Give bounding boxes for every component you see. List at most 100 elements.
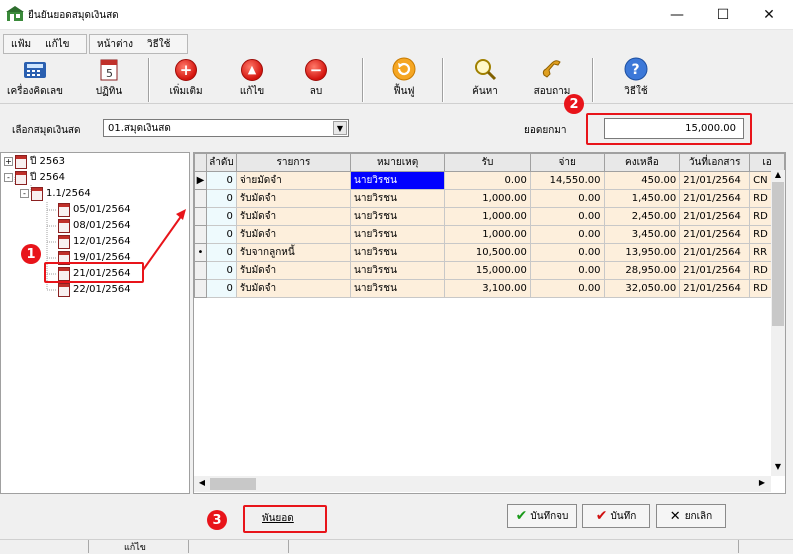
collapse-icon[interactable]: - <box>4 173 13 182</box>
cell-note[interactable]: นายวิรชน <box>349 261 446 280</box>
scroll-thumb[interactable] <box>210 478 256 490</box>
cell-balance[interactable]: 32,050.00 <box>603 279 681 298</box>
menu-window[interactable]: หน้าต่าง <box>90 37 140 52</box>
cell-pay[interactable]: 14,550.00 <box>529 171 605 190</box>
cell-balance[interactable]: 28,950.00 <box>603 261 681 280</box>
cell-seq[interactable]: 0 <box>205 225 237 244</box>
cell-receive[interactable]: 1,000.00 <box>444 225 531 244</box>
cell-seq[interactable]: 0 <box>205 243 237 262</box>
carry-forward-link[interactable]: พันยอด <box>262 511 294 526</box>
tree-node-date[interactable]: 22/01/2564 <box>58 282 131 297</box>
save-close-button[interactable]: ✔ บันทึกจบ <box>507 504 577 528</box>
cell-receive[interactable]: 15,000.00 <box>444 261 531 280</box>
cell-seq[interactable]: 0 <box>205 261 237 280</box>
cell-pay[interactable]: 0.00 <box>529 189 605 208</box>
cell-seq[interactable]: 0 <box>205 171 237 190</box>
menu-help[interactable]: วิธีใช้ <box>140 37 177 52</box>
cell-date[interactable]: 21/01/2564 <box>679 225 751 244</box>
calculator-button[interactable]: เครื่องคิดเลข <box>4 58 66 102</box>
minimize-icon[interactable]: — <box>654 0 700 30</box>
cell-note[interactable]: นายวิรชน <box>349 279 446 298</box>
cell-pay[interactable]: 0.00 <box>529 207 605 226</box>
cell-note[interactable]: นายวิรชน <box>349 225 446 244</box>
column-header[interactable]: ลำดับ <box>205 153 237 172</box>
scroll-up-icon[interactable]: ▲ <box>773 170 783 182</box>
scroll-thumb[interactable] <box>772 182 784 326</box>
ledger-select[interactable]: 01.สมุดเงินสด ▼ <box>103 119 349 137</box>
help-button[interactable]: ? วิธีใช้ <box>608 57 664 102</box>
cell-note[interactable]: นายวิรชน <box>349 207 446 226</box>
maximize-icon[interactable]: ☐ <box>700 0 746 30</box>
cell-date[interactable]: 21/01/2564 <box>679 279 751 298</box>
cell-item[interactable]: รับมัดจำ <box>235 225 352 244</box>
cell-seq[interactable]: 0 <box>205 207 237 226</box>
cancel-button[interactable]: ✕ ยกเลิก <box>656 504 726 528</box>
menu-edit[interactable]: แก้ไข <box>38 37 76 52</box>
table-row[interactable]: 0 รับมัดจำ นายวิรชน 3,100.00 0.00 32,050… <box>194 279 785 298</box>
column-header[interactable]: คงเหลือ <box>603 153 681 172</box>
add-button[interactable]: + เพิ่มเติม <box>158 58 214 102</box>
cell-item[interactable]: จ่ายมัดจำ <box>235 171 352 190</box>
cell-date[interactable]: 21/01/2564 <box>679 261 751 280</box>
cell-receive[interactable]: 0.00 <box>444 171 531 190</box>
table-row[interactable]: ▶ 0 จ่ายมัดจำ นายวิรชน 0.00 14,550.00 45… <box>194 171 785 190</box>
cell-pay[interactable]: 0.00 <box>529 243 605 262</box>
column-header[interactable]: จ่าย <box>529 153 605 172</box>
column-header[interactable]: รับ <box>444 153 531 172</box>
scroll-left-icon[interactable]: ◀ <box>196 478 208 490</box>
scroll-down-icon[interactable]: ▼ <box>773 462 783 474</box>
tree-node-period[interactable]: - 1.1/2564 <box>20 186 91 201</box>
cell-date[interactable]: 21/01/2564 <box>679 189 751 208</box>
scroll-right-icon[interactable]: ▶ <box>756 478 768 490</box>
table-row[interactable]: 0 รับมัดจำ นายวิรชน 1,000.00 0.00 1,450.… <box>194 189 785 208</box>
cell-date[interactable]: 21/01/2564 <box>679 243 751 262</box>
cell-note[interactable]: นายวิรชน <box>349 189 446 208</box>
calendar-button[interactable]: 5 ปฏิทิน <box>84 58 134 102</box>
cell-item[interactable]: รับมัดจำ <box>235 279 352 298</box>
cell-seq[interactable]: 0 <box>205 189 237 208</box>
column-header[interactable]: หมายเหตุ <box>349 153 446 172</box>
cell-balance[interactable]: 450.00 <box>603 171 681 190</box>
table-row[interactable]: 0 รับมัดจำ นายวิรชน 1,000.00 0.00 3,450.… <box>194 225 785 244</box>
cell-receive[interactable]: 3,100.00 <box>444 279 531 298</box>
cell-pay[interactable]: 0.00 <box>529 225 605 244</box>
cell-receive[interactable]: 1,000.00 <box>444 207 531 226</box>
tree-node-year-2564[interactable]: - ปี 2564 <box>4 170 65 185</box>
cell-item[interactable]: รับมัดจำ <box>235 207 352 226</box>
cell-item[interactable]: รับมัดจำ <box>235 189 352 208</box>
cell-seq[interactable]: 0 <box>205 279 237 298</box>
tree-node-date[interactable]: 05/01/2564 <box>58 202 131 217</box>
tree-node-year-2563[interactable]: + ปี 2563 <box>4 154 65 169</box>
cell-date[interactable]: 21/01/2564 <box>679 207 751 226</box>
cell-item[interactable]: รับจากลูกหนี้ <box>235 243 352 262</box>
cell-pay[interactable]: 0.00 <box>529 261 605 280</box>
tree-node-date[interactable]: 12/01/2564 <box>58 234 131 249</box>
cell-note[interactable]: นายวิรชน <box>349 243 446 262</box>
column-header[interactable]: วันที่เอกสาร <box>679 153 751 172</box>
cell-item[interactable]: รับมัดจำ <box>235 261 352 280</box>
cell-note[interactable]: นายวิรชน <box>349 171 446 190</box>
edit-button[interactable]: ▲ แก้ไข <box>224 58 280 102</box>
cell-receive[interactable]: 1,000.00 <box>444 189 531 208</box>
horizontal-scrollbar[interactable]: ◀ ▶ <box>194 476 771 492</box>
cell-receive[interactable]: 10,500.00 <box>444 243 531 262</box>
cell-balance[interactable]: 2,450.00 <box>603 207 681 226</box>
menu-file[interactable]: แฟ้ม <box>4 37 38 52</box>
table-row[interactable]: 0 รับมัดจำ นายวิรชน 1,000.00 0.00 2,450.… <box>194 207 785 226</box>
cell-date[interactable]: 21/01/2564 <box>679 171 751 190</box>
cell-balance[interactable]: 13,950.00 <box>603 243 681 262</box>
restore-button[interactable]: ฟื้นฟู <box>376 57 432 102</box>
column-header[interactable]: รายการ <box>235 153 352 172</box>
vertical-scrollbar[interactable]: ▲ ▼ <box>771 170 785 476</box>
cell-balance[interactable]: 3,450.00 <box>603 225 681 244</box>
save-button[interactable]: ✔ บันทึก <box>582 504 650 528</box>
delete-button[interactable]: − ลบ <box>288 58 344 102</box>
column-header[interactable]: เอ <box>749 153 785 172</box>
search-button[interactable]: ค้นหา <box>454 58 516 102</box>
close-icon[interactable]: ✕ <box>746 0 792 30</box>
cell-balance[interactable]: 1,450.00 <box>603 189 681 208</box>
tree-node-date[interactable]: 08/01/2564 <box>58 218 131 233</box>
table-row[interactable]: 0 รับมัดจำ นายวิรชน 15,000.00 0.00 28,95… <box>194 261 785 280</box>
expand-icon[interactable]: + <box>4 157 13 166</box>
collapse-icon[interactable]: - <box>20 189 29 198</box>
